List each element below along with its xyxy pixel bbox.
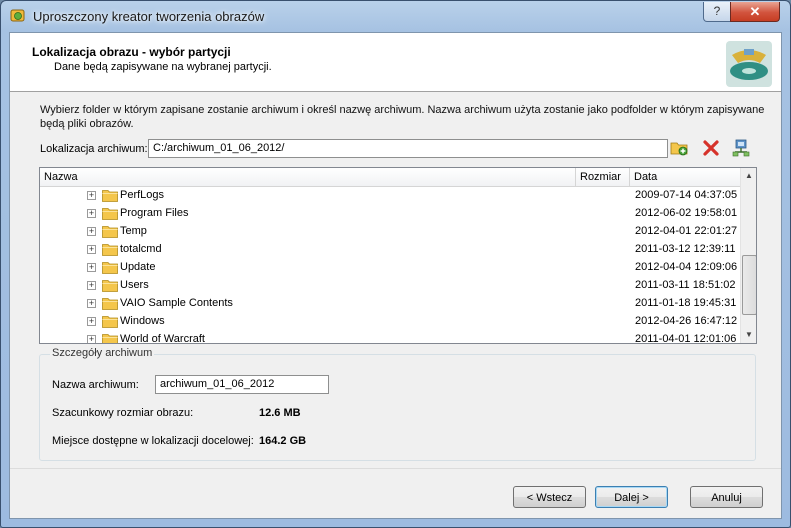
header-title: Lokalizacja obrazu - wybór partycji: [32, 45, 231, 59]
app-icon: [10, 9, 25, 22]
folder-date: 2012-06-02 19:58:01: [635, 207, 738, 219]
expand-icon[interactable]: +: [87, 281, 96, 290]
folder-icon: [102, 280, 118, 292]
folder-name: Update: [120, 261, 156, 273]
archive-details-group: Szczegóły archiwum Nazwa archiwum: archi…: [39, 347, 756, 461]
network-icon[interactable]: [732, 139, 750, 157]
wizard-header: Lokalizacja obrazu - wybór partycji Dane…: [10, 33, 781, 92]
scroll-down-icon[interactable]: ▼: [741, 327, 756, 343]
tree-row[interactable]: + VAIO Sample Contents 2011-01-18 19:45:31: [40, 295, 740, 313]
wizard-footer: < Wstecz Dalej > Anuluj: [10, 468, 781, 519]
tree-row[interactable]: + World of Warcraft 2011-04-01 12:01:06: [40, 331, 740, 344]
tree-row[interactable]: + Program Files 2012-06-02 19:58:01: [40, 205, 740, 223]
location-input[interactable]: C:/archiwum_01_06_2012/: [148, 139, 668, 158]
folder-icon: [102, 262, 118, 274]
folder-name: totalcmd: [120, 243, 162, 255]
folder-icon: [102, 316, 118, 328]
group-title: Szczegóły archiwum: [50, 347, 155, 359]
folder-name: VAIO Sample Contents: [120, 297, 233, 309]
folder-icon: [102, 334, 118, 343]
folder-date: 2011-04-01 12:01:06: [635, 333, 737, 344]
folder-add-icon[interactable]: [670, 139, 688, 157]
location-label: Lokalizacja archiwum:: [40, 143, 148, 155]
cancel-button[interactable]: Anuluj: [690, 486, 763, 508]
scroll-up-icon[interactable]: ▲: [741, 168, 756, 184]
help-button[interactable]: ?: [703, 2, 731, 22]
folder-name: Temp: [120, 225, 147, 237]
wizard-banner-icon: [726, 41, 772, 87]
tree-row[interactable]: + Users 2011-03-11 18:51:02: [40, 277, 740, 295]
expand-icon[interactable]: +: [87, 191, 96, 200]
tree-row[interactable]: + totalcmd 2011-03-12 12:39:11: [40, 241, 740, 259]
expand-icon[interactable]: +: [87, 335, 96, 343]
folder-date: 2011-03-12 12:39:11: [635, 243, 736, 255]
estimated-size-value: 12.6 MB: [259, 407, 301, 419]
folder-tree[interactable]: Nazwa Rozmiar Data + PerfLogs 2009-07-14 0…: [39, 167, 757, 344]
folder-icon: [102, 244, 118, 256]
folder-name: World of Warcraft: [120, 333, 205, 344]
folder-name: PerfLogs: [120, 189, 165, 201]
window-title: Uproszczony kreator tworzenia obrazów: [33, 9, 265, 24]
folder-date: 2009-07-14 04:37:05: [635, 189, 738, 201]
expand-icon[interactable]: +: [87, 245, 96, 254]
expand-icon[interactable]: +: [87, 209, 96, 218]
tree-rows: + PerfLogs 2009-07-14 04:37:05 + Program Fil…: [40, 187, 740, 344]
folder-icon: [102, 208, 118, 220]
folder-name: Users: [120, 279, 149, 291]
folder-name: Windows: [120, 315, 165, 327]
wizard-window: Uproszczony kreator tworzenia obrazów ? …: [0, 0, 791, 528]
dialog-client: Lokalizacja obrazu - wybór partycji Dane…: [9, 32, 782, 519]
instructions-text: Wybierz folder w którym zapisane zostani…: [40, 104, 765, 130]
column-name[interactable]: Nazwa: [40, 168, 576, 186]
folder-date: 2012-04-26 16:47:12: [635, 315, 738, 327]
tree-row[interactable]: + Temp 2012-04-01 22:01:27: [40, 223, 740, 241]
folder-date: 2012-04-01 22:01:27: [635, 225, 738, 237]
archive-name-input[interactable]: archiwum_01_06_2012: [155, 375, 329, 394]
scroll-thumb[interactable]: [742, 255, 756, 315]
expand-icon[interactable]: +: [87, 299, 96, 308]
tree-scrollbar[interactable]: ▲ ▼: [740, 168, 756, 343]
title-bar[interactable]: Uproszczony kreator tworzenia obrazów ? …: [1, 1, 790, 33]
header-subtitle: Dane będą zapisywane na wybranej partycj…: [54, 61, 272, 73]
close-button[interactable]: ✕: [730, 2, 780, 22]
back-button[interactable]: < Wstecz: [513, 486, 586, 508]
folder-date: 2011-01-18 19:45:31: [635, 297, 737, 309]
folder-icon: [102, 226, 118, 238]
column-date[interactable]: Data: [630, 168, 740, 186]
folder-name: Program Files: [120, 207, 189, 219]
delete-icon[interactable]: [702, 139, 720, 157]
expand-icon[interactable]: +: [87, 227, 96, 236]
archive-name-label: Nazwa archiwum:: [52, 379, 139, 391]
expand-icon[interactable]: +: [87, 317, 96, 326]
tree-header: Nazwa Rozmiar Data: [40, 168, 740, 187]
column-size[interactable]: Rozmiar: [576, 168, 630, 186]
tree-row[interactable]: + Update 2012-04-04 12:09:06: [40, 259, 740, 277]
tree-row[interactable]: + PerfLogs 2009-07-14 04:37:05: [40, 187, 740, 205]
estimated-size-label: Szacunkowy rozmiar obrazu:: [52, 407, 194, 419]
folder-date: 2011-03-11 18:51:02: [635, 279, 736, 291]
next-button[interactable]: Dalej >: [595, 486, 668, 508]
folder-icon: [102, 190, 118, 202]
tree-row[interactable]: + Windows 2012-04-26 16:47:12: [40, 313, 740, 331]
expand-icon[interactable]: +: [87, 263, 96, 272]
free-space-value: 164.2 GB: [259, 435, 307, 447]
folder-date: 2012-04-04 12:09:06: [635, 261, 738, 273]
free-space-label: Miejsce dostępne w lokalizacji docelowej…: [52, 435, 254, 447]
folder-icon: [102, 298, 118, 310]
